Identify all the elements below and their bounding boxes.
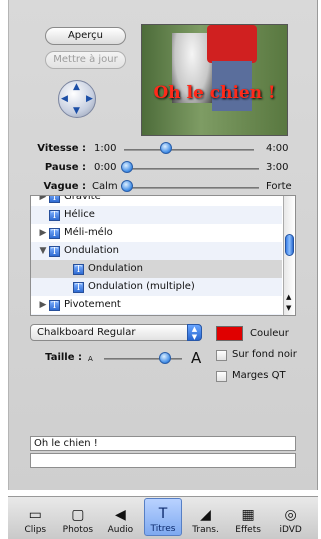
- idvd-icon: ◎: [284, 507, 297, 523]
- title-text-field-2[interactable]: [30, 453, 296, 468]
- pause-min: 0:00: [94, 162, 117, 173]
- arrow-right-icon[interactable]: ▶: [86, 94, 93, 104]
- list-item-label: Gravité: [64, 195, 101, 202]
- title-icon: T: [49, 299, 60, 311]
- size-small-icon: A: [88, 355, 93, 363]
- speed-label: Vitesse :: [37, 143, 86, 154]
- pane-toolbar: ▭ Clips ▢ Photos ◀ Audio T Titres ◢ Trans. ▦ Effets…: [8, 496, 318, 539]
- wave-max: Forte: [266, 181, 292, 192]
- direction-pad[interactable]: ▲ ▼ ◀ ▶: [58, 80, 96, 118]
- disclosure-open-icon[interactable]: ▼: [37, 242, 49, 260]
- title-style-rows: ▶ T Gravité T Hélice ▶ T Méli-mélo ▼ T Ondulation T…: [31, 195, 282, 315]
- toolbar-label: Clips: [24, 525, 47, 535]
- title-icon: T: [49, 227, 60, 239]
- qt-margins-checkbox[interactable]: [216, 371, 227, 382]
- list-item[interactable]: T Ondulation: [31, 260, 282, 278]
- list-item[interactable]: T Ondulation (multiple): [31, 278, 282, 296]
- list-item[interactable]: T Hélice: [31, 206, 282, 224]
- pause-slider[interactable]: [120, 161, 133, 173]
- title-preview: Oh le chien !: [141, 24, 288, 136]
- toolbar-button-titres[interactable]: T Titres: [143, 498, 182, 536]
- title-icon: T: [73, 263, 84, 275]
- font-select-value: Chalkboard Regular: [37, 327, 136, 338]
- speed-slider[interactable]: [159, 142, 172, 154]
- title-text-field-1[interactable]: Oh le chien !: [30, 436, 296, 451]
- disclosure-closed-icon[interactable]: ▶: [37, 296, 49, 314]
- disclosure-closed-icon[interactable]: ▶: [37, 196, 49, 206]
- toolbar-button-idvd[interactable]: ◎ iDVD: [272, 498, 310, 536]
- arrow-left-icon[interactable]: ◀: [61, 94, 68, 104]
- preview-caption: Oh le chien !: [153, 83, 276, 103]
- list-item-label: Pivotement: [64, 299, 121, 310]
- titles-icon: T: [158, 506, 168, 522]
- color-swatch[interactable]: [216, 326, 243, 341]
- list-item-label: Hélice: [64, 209, 95, 220]
- wave-label: Vague :: [43, 181, 86, 192]
- audio-icon: ◀: [115, 507, 126, 523]
- title-style-list[interactable]: ▶ T Gravité T Hélice ▶ T Méli-mélo ▼ T Ondulation T…: [30, 195, 296, 316]
- list-item[interactable]: ▶ T Pivotement: [31, 296, 282, 314]
- title-icon: T: [49, 209, 60, 221]
- list-item[interactable]: ▶ T Gravité: [31, 195, 282, 206]
- scroll-down-icon[interactable]: ▼: [286, 304, 291, 312]
- person-shirt: [207, 25, 257, 63]
- speed-max: 4:00: [266, 143, 289, 154]
- pause-max: 3:00: [266, 162, 289, 173]
- toolbar-label: Audio: [107, 525, 134, 535]
- title-icon: T: [49, 245, 60, 257]
- transitions-icon: ◢: [200, 507, 211, 523]
- select-arrows-icon: ▲ ▼: [187, 324, 202, 341]
- title-icon: T: [49, 196, 60, 203]
- scrollbar-thumb[interactable]: [285, 234, 294, 256]
- size-large-icon: A: [191, 349, 202, 367]
- arrow-up-icon[interactable]: ▲: [73, 82, 80, 92]
- toolbar-button-audio[interactable]: ◀ Audio: [101, 498, 139, 536]
- scroll-up-icon[interactable]: ▲: [286, 293, 291, 301]
- update-button[interactable]: Mettre à jour: [45, 51, 126, 69]
- size-slider[interactable]: [158, 352, 171, 364]
- title-icon: T: [73, 281, 84, 293]
- list-item-label: Méli-mélo: [64, 227, 113, 238]
- list-scrollbar[interactable]: ▲ ▼: [283, 196, 295, 315]
- toolbar-label: Titres: [150, 524, 176, 534]
- over-black-checkbox[interactable]: [216, 350, 227, 361]
- size-label: Taille :: [45, 352, 82, 363]
- preview-button[interactable]: Aperçu: [45, 27, 126, 45]
- toolbar-button-trans[interactable]: ◢ Trans.: [187, 498, 225, 536]
- list-item[interactable]: ▶ T Méli-mélo: [31, 224, 282, 242]
- wave-slider[interactable]: [120, 180, 133, 192]
- list-item[interactable]: TRotation 3D: [31, 314, 282, 315]
- toolbar-label: Photos: [62, 525, 94, 535]
- list-item-label: Rotation 3D: [64, 314, 123, 315]
- wave-track: [124, 187, 259, 189]
- list-item-label: Ondulation (multiple): [88, 281, 195, 292]
- pause-label: Pause :: [44, 162, 86, 173]
- toolbar-label: iDVD: [279, 525, 302, 535]
- toolbar-button-effets[interactable]: ▦ Effets: [229, 498, 267, 536]
- pause-track: [124, 168, 259, 170]
- speed-track: [124, 149, 254, 151]
- photos-icon: ▢: [71, 507, 85, 523]
- arrow-down-icon[interactable]: ▼: [73, 106, 80, 116]
- disclosure-closed-icon[interactable]: ▶: [37, 224, 49, 242]
- list-item-label: Ondulation: [64, 245, 119, 256]
- toolbar-button-clips[interactable]: ▭ Clips: [16, 498, 54, 536]
- effects-icon: ▦: [241, 507, 255, 523]
- over-black-label: Sur fond noir: [232, 349, 297, 360]
- wave-min: Calm: [92, 181, 118, 192]
- toolbar-label: Trans.: [192, 525, 219, 535]
- list-item-label: Ondulation: [88, 263, 143, 274]
- toolbar-button-photos[interactable]: ▢ Photos: [59, 498, 97, 536]
- speed-min: 1:00: [94, 143, 117, 154]
- color-label: Couleur: [250, 328, 289, 339]
- font-select[interactable]: Chalkboard Regular ▲ ▼: [30, 324, 202, 341]
- qt-margins-label: Marges QT: [232, 370, 286, 381]
- toolbar-label: Effets: [235, 525, 261, 535]
- clips-icon: ▭: [28, 507, 42, 523]
- list-item[interactable]: ▼ T Ondulation: [31, 242, 282, 260]
